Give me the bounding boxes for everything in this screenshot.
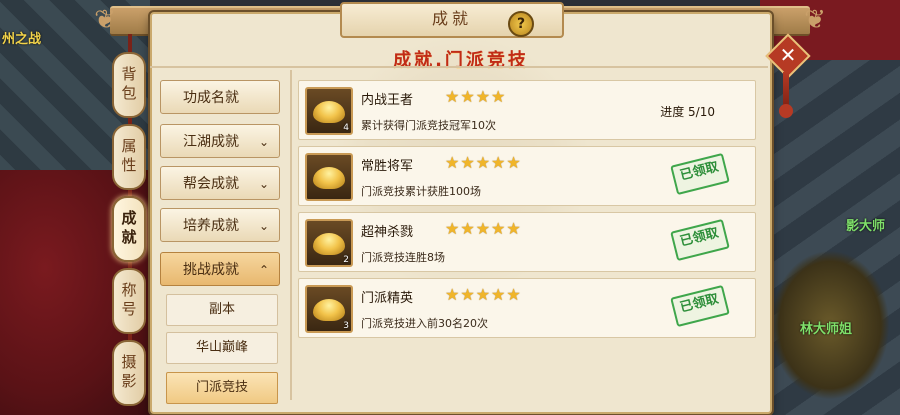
chevron-down-icon: ⌄ (258, 219, 270, 233)
star-rating: ★★★★★ (445, 153, 522, 172)
chevron-down-icon: ⌄ (258, 177, 270, 191)
scene-label: 影大师 (846, 219, 886, 234)
menu-item-cultivation[interactable]: 培养成就 ⌄ (160, 208, 280, 242)
chevron-down-icon: ⌄ (258, 135, 270, 149)
star-rating: ★★★★★ (445, 285, 522, 304)
gold-ingot-icon (313, 233, 345, 255)
achievement-description: 门派竞技累计获胜100场 (361, 185, 481, 198)
gold-ingot-icon (313, 299, 345, 321)
achievement-row: 4 内战王者 ★★★★ 累计获得门派竞技冠军10次 进度 5/10 (298, 80, 756, 140)
header-divider (150, 66, 768, 68)
menu-item-label: 功成名就 (183, 90, 239, 106)
reward-icon[interactable]: 2 (305, 219, 353, 267)
claimed-stamp: 已领取 (670, 152, 730, 196)
side-tab-bag[interactable]: 背包 (112, 52, 146, 118)
header-ornament-right: ❦ (804, 5, 826, 35)
tassel-decoration (779, 72, 793, 118)
scene-label: 州之战 (2, 32, 42, 47)
column-divider (290, 70, 292, 400)
menu-item-fame[interactable]: 功成名就 (160, 80, 280, 114)
reward-icon[interactable] (305, 153, 353, 201)
menu-item-challenge[interactable]: 挑战成就 ⌃ (160, 252, 280, 286)
section-title: 成就.门派竞技 (393, 50, 529, 71)
menu-item-guild[interactable]: 帮会成就 ⌄ (160, 166, 280, 200)
close-icon: ✕ (779, 43, 797, 67)
achievement-name: 内战王者 (361, 93, 414, 108)
header-ornament-left: ❦ (94, 5, 116, 35)
side-tab-titles[interactable]: 称号 (112, 268, 146, 334)
submenu-item-sect-competition[interactable]: 门派竞技 (166, 372, 278, 404)
achievement-description: 累计获得门派竞技冠军10次 (361, 119, 496, 132)
scene-label: 林大师姐 (800, 322, 853, 337)
menu-item-label: 挑战成就 (183, 262, 239, 278)
claimed-stamp: 已领取 (670, 284, 730, 328)
achievement-name: 常胜将军 (361, 159, 414, 174)
menu-item-jianghu[interactable]: 江湖成就 ⌄ (160, 124, 280, 158)
gold-ingot-icon (313, 101, 345, 123)
reward-icon[interactable]: 4 (305, 87, 353, 135)
chevron-up-icon: ⌃ (258, 263, 270, 277)
achievement-name: 超神杀戮 (361, 225, 414, 240)
side-tab-achievements[interactable]: 成就 (112, 196, 146, 262)
side-tab-attributes[interactable]: 属性 (112, 124, 146, 190)
gold-ingot-icon (313, 167, 345, 189)
menu-item-label: 培养成就 (183, 218, 239, 234)
reward-count: 3 (343, 321, 349, 331)
submenu-item-huashan-peak[interactable]: 华山巅峰 (166, 332, 278, 364)
menu-item-label: 帮会成就 (183, 176, 239, 192)
reward-count: 2 (343, 255, 349, 265)
side-tab-photography[interactable]: 摄影 (112, 340, 146, 406)
achievement-row: 常胜将军 ★★★★★ 门派竞技累计获胜100场 已领取 (298, 146, 756, 206)
achievement-description: 门派竞技进入前30名20次 (361, 317, 488, 330)
achievement-name: 门派精英 (361, 291, 414, 306)
star-rating: ★★★★★ (445, 219, 522, 238)
achievement-row: 2 超神杀戮 ★★★★★ 门派竞技连胜8场 已领取 (298, 212, 756, 272)
achievement-description: 门派竞技连胜8场 (361, 251, 445, 264)
reward-icon[interactable]: 3 (305, 285, 353, 333)
reward-count: 4 (343, 123, 349, 133)
menu-item-label: 江湖成就 (183, 134, 239, 150)
submenu-item-dungeon[interactable]: 副本 (166, 294, 278, 326)
claimed-stamp: 已领取 (670, 218, 730, 262)
achievement-progress: 进度 5/10 (660, 105, 715, 119)
achievement-row: 3 门派精英 ★★★★★ 门派竞技进入前30名20次 已领取 (298, 278, 756, 338)
star-rating: ★★★★ (445, 87, 507, 106)
help-button[interactable]: ? (508, 11, 534, 37)
